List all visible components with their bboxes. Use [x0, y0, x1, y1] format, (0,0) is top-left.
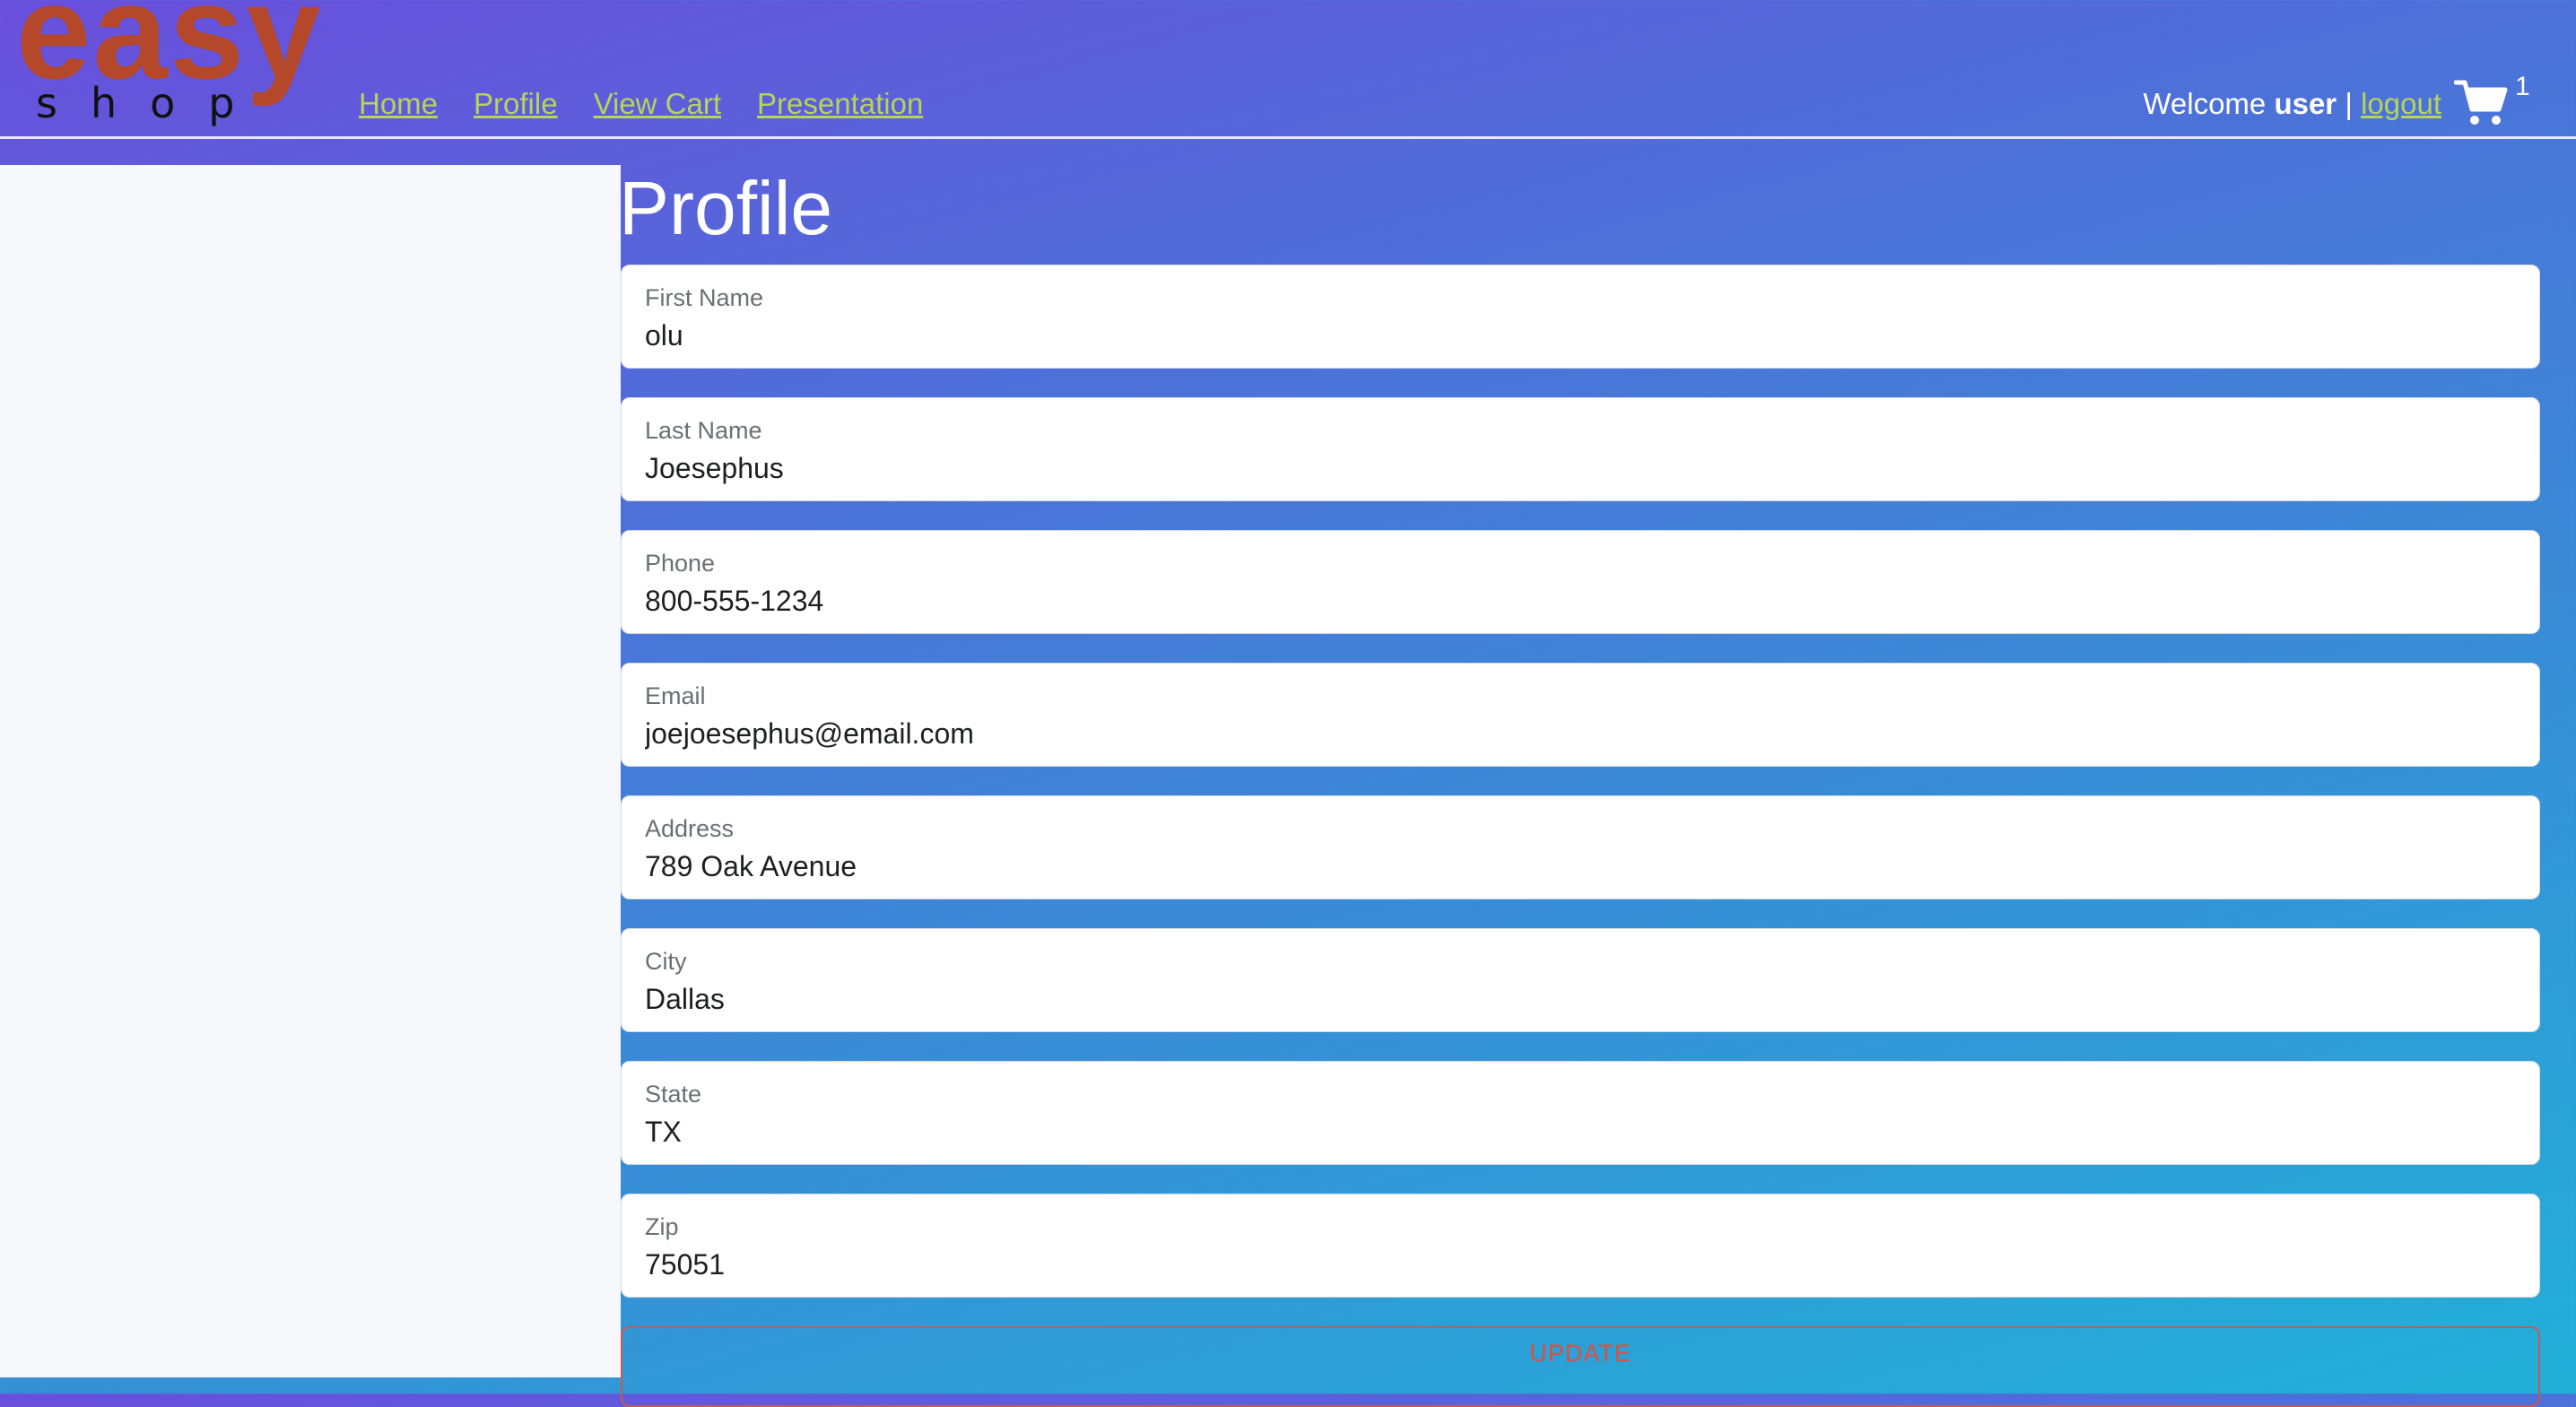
logout-link[interactable]: logout	[2361, 87, 2441, 120]
welcome-text: Welcome	[2143, 87, 2267, 120]
username-text: user	[2274, 87, 2337, 120]
easy-shop-logo[interactable]: easy shop	[16, 0, 321, 135]
phone-field: Phone	[621, 530, 2540, 634]
site-header: easy shop Home Profile View Cart Present…	[0, 0, 2576, 139]
user-separator: |	[2345, 87, 2353, 120]
cart-count-badge: 1	[2515, 72, 2530, 101]
nav-link-presentation[interactable]: Presentation	[757, 86, 923, 122]
state-input[interactable]	[645, 1112, 2511, 1151]
nav-link-view-cart[interactable]: View Cart	[594, 86, 721, 122]
zip-label: Zip	[645, 1213, 679, 1240]
zip-input[interactable]	[645, 1245, 2511, 1284]
first-name-input[interactable]	[645, 316, 2511, 355]
nav-link-profile[interactable]: Profile	[474, 86, 558, 122]
first-name-field: First Name	[621, 265, 2540, 369]
sidebar-panel	[0, 165, 621, 1377]
page-title: Profile	[619, 166, 833, 250]
first-name-label: First Name	[645, 284, 764, 311]
phone-label: Phone	[645, 550, 716, 577]
city-input[interactable]	[645, 979, 2511, 1019]
shopping-cart-icon[interactable]	[2453, 77, 2508, 127]
state-field: State	[621, 1061, 2540, 1165]
email-input[interactable]	[645, 714, 2511, 753]
address-label: Address	[645, 815, 735, 842]
city-label: City	[645, 948, 687, 975]
cart-glyph	[2453, 80, 2508, 125]
last-name-input[interactable]	[645, 448, 2511, 488]
phone-input[interactable]	[645, 581, 2511, 621]
address-input[interactable]	[645, 847, 2511, 886]
profile-form: First Name Last Name Phone Email Address…	[621, 265, 2540, 1326]
email-field: Email	[621, 663, 2540, 767]
nav-link-home[interactable]: Home	[359, 86, 438, 122]
update-button[interactable]: UPDATE	[621, 1326, 2540, 1407]
zip-field: Zip	[621, 1194, 2540, 1298]
user-greeting: Welcome user | logout	[2143, 86, 2441, 122]
header-divider	[0, 136, 2576, 139]
last-name-label: Last Name	[645, 417, 762, 444]
address-field: Address	[621, 795, 2540, 899]
main-nav: Home Profile View Cart Presentation	[359, 86, 923, 122]
state-label: State	[645, 1081, 702, 1107]
logo-wordmark-shop: shop	[36, 79, 268, 127]
city-field: City	[621, 928, 2540, 1032]
last-name-field: Last Name	[621, 397, 2540, 501]
email-label: Email	[645, 682, 706, 709]
